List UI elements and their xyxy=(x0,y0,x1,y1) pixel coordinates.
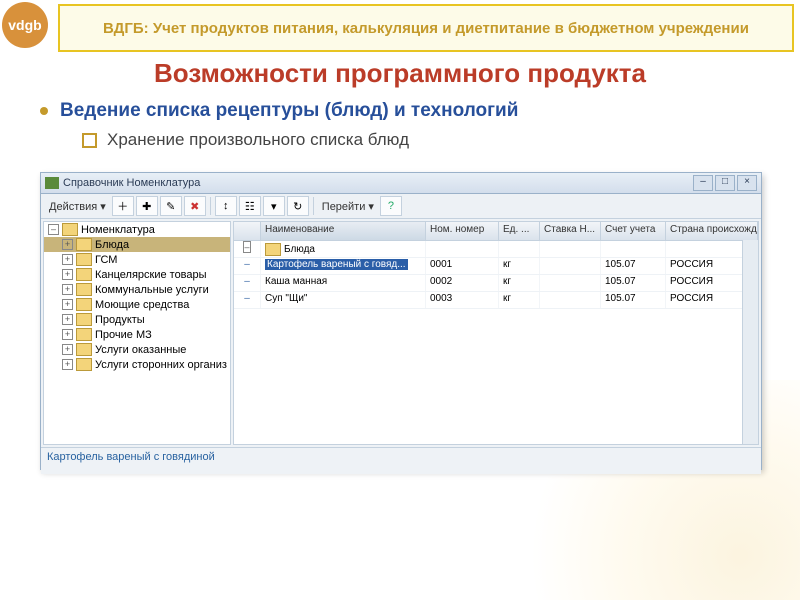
refresh-button[interactable]: ↻ xyxy=(287,196,309,216)
maximize-button[interactable]: □ xyxy=(715,175,735,191)
minimize-button[interactable]: – xyxy=(693,175,713,191)
folder-icon xyxy=(76,358,92,371)
help-button[interactable]: ? xyxy=(380,196,402,216)
table-row[interactable]: –Картофель вареный с говяд...0001кг105.0… xyxy=(234,258,758,275)
nav-tree[interactable]: –Номенклатура +Блюда+ГСМ+Канцелярские то… xyxy=(43,221,231,445)
collapse-icon: – xyxy=(243,241,250,253)
hierarchy-button[interactable]: ☷ xyxy=(239,196,261,216)
bullet-level2: Хранение произвольного списка блюд xyxy=(82,130,760,150)
plus-folder-icon: ✚ xyxy=(142,200,151,213)
tree-item[interactable]: +Услуги сторонних организ xyxy=(44,357,230,372)
refresh-icon: ↻ xyxy=(293,200,302,213)
tree-icon: ☷ xyxy=(245,200,255,213)
toolbar: Действия ▾ ＋ ✚ ✎ ✖ ↕ ☷ ▾ ↻ Перейти ▾ ? xyxy=(41,194,761,219)
collapse-icon[interactable]: – xyxy=(48,224,59,235)
grid-header[interactable]: Наименование Ном. номер Ед. ... Ставка Н… xyxy=(234,222,758,241)
folder-icon xyxy=(76,238,92,251)
expand-icon[interactable]: + xyxy=(62,314,73,325)
tree-item[interactable]: +Канцелярские товары xyxy=(44,267,230,282)
tree-item[interactable]: +Блюда xyxy=(44,237,230,252)
titlebar: Справочник Номенклатура – □ × xyxy=(41,173,761,194)
folder-icon xyxy=(76,253,92,266)
plus-icon: ＋ xyxy=(117,198,128,214)
expand-icon[interactable]: + xyxy=(62,299,73,310)
expand-icon[interactable]: + xyxy=(62,269,73,280)
table-row[interactable]: –Блюда xyxy=(234,241,758,258)
folder-icon xyxy=(265,243,281,256)
bullet-level1: Ведение списка рецептуры (блюд) и технол… xyxy=(40,100,760,122)
help-icon: ? xyxy=(388,200,394,212)
folder-icon xyxy=(76,283,92,296)
add-folder-button[interactable]: ✚ xyxy=(136,196,158,216)
expand-icon[interactable]: + xyxy=(62,329,73,340)
tree-root[interactable]: –Номенклатура xyxy=(44,222,230,237)
vdgb-logo: vdgb xyxy=(2,2,48,48)
folder-icon xyxy=(76,328,92,341)
filter-button[interactable]: ▾ xyxy=(263,196,285,216)
expand-icon[interactable]: + xyxy=(62,254,73,265)
sort-button[interactable]: ↕ xyxy=(215,196,237,216)
tree-item[interactable]: +Моющие средства xyxy=(44,297,230,312)
slide-title: Возможности программного продукта xyxy=(0,58,800,89)
bullet-dot-icon xyxy=(40,107,48,115)
slide-header: ВДГБ: Учет продуктов питания, калькуляци… xyxy=(58,4,794,52)
window-title: Справочник Номенклатура xyxy=(63,177,200,189)
folder-icon xyxy=(76,343,92,356)
x-icon: ✖ xyxy=(190,200,199,213)
add-button[interactable]: ＋ xyxy=(112,196,134,216)
goto-menu[interactable]: Перейти ▾ xyxy=(318,200,378,213)
tree-item[interactable]: +Прочие МЗ xyxy=(44,327,230,342)
expand-icon[interactable]: + xyxy=(62,359,73,370)
tree-item[interactable]: +Услуги оказанные xyxy=(44,342,230,357)
tree-item[interactable]: +ГСМ xyxy=(44,252,230,267)
app-window: Справочник Номенклатура – □ × Действия ▾… xyxy=(40,172,762,470)
close-button[interactable]: × xyxy=(737,175,757,191)
sort-icon: ↕ xyxy=(223,200,229,212)
table-row[interactable]: –Каша манная0002кг105.07РОССИЯ xyxy=(234,275,758,292)
folder-icon xyxy=(76,298,92,311)
folder-icon xyxy=(76,268,92,281)
tree-item[interactable]: +Коммунальные услуги xyxy=(44,282,230,297)
actions-menu[interactable]: Действия ▾ xyxy=(45,200,110,213)
expand-icon[interactable]: + xyxy=(62,344,73,355)
folder-icon xyxy=(76,313,92,326)
data-grid[interactable]: Наименование Ном. номер Ед. ... Ставка Н… xyxy=(233,221,759,445)
expand-icon[interactable]: + xyxy=(62,284,73,295)
book-icon xyxy=(45,177,59,189)
expand-icon[interactable]: + xyxy=(62,239,73,250)
bullet-square-icon xyxy=(82,133,97,148)
vertical-scrollbar[interactable] xyxy=(742,240,758,444)
status-bar: Картофель вареный с говядиной xyxy=(41,447,761,474)
table-row[interactable]: –Суп "Щи"0003кг105.07РОССИЯ xyxy=(234,292,758,309)
folder-icon xyxy=(62,223,78,236)
funnel-icon: ▾ xyxy=(271,200,277,213)
tree-item[interactable]: +Продукты xyxy=(44,312,230,327)
delete-button[interactable]: ✖ xyxy=(184,196,206,216)
pencil-icon: ✎ xyxy=(166,200,175,213)
edit-button[interactable]: ✎ xyxy=(160,196,182,216)
